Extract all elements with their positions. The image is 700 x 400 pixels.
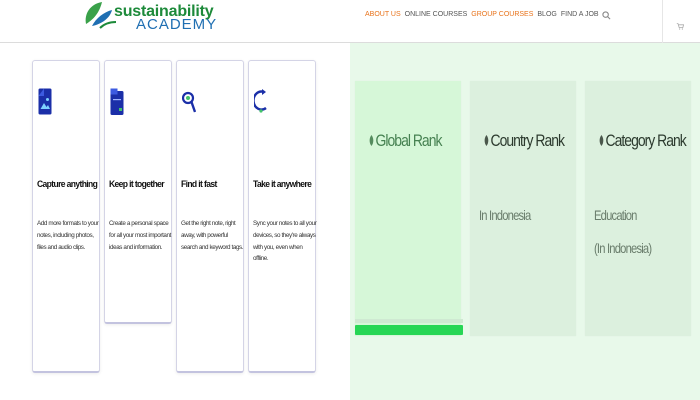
feature-title: Keep it together: [109, 179, 165, 190]
rank-progress-fill: [355, 325, 463, 335]
brand-logo[interactable]: sustainability ACADEMY: [82, 0, 232, 33]
nav-blog[interactable]: BLOG: [537, 11, 556, 18]
main-nav: ABOUT US ONLINE COURSES GROUP COURSES BL…: [365, 11, 599, 18]
leaf-icon: [599, 135, 604, 146]
header-divider: [662, 0, 663, 43]
cart-icon[interactable]: [676, 22, 684, 30]
rank-title: Category Rank: [599, 131, 687, 151]
feature-description: Sync your notes to all your devices, so …: [253, 220, 317, 263]
brand-tagline: ACADEMY: [136, 16, 218, 33]
feature-description: Add more formats to your notes, includin…: [37, 220, 99, 251]
rank-title: Global Rank: [369, 131, 442, 151]
site-header: sustainability ACADEMY ABOUT US ONLINE C…: [0, 0, 700, 43]
feature-title: Capture anything: [37, 179, 98, 190]
progress-track-shadow: [355, 319, 463, 323]
rank-subtitle: In Indonesia: [479, 207, 531, 223]
rank-title: Country Rank: [484, 131, 565, 151]
document-image-icon: [38, 88, 52, 115]
nav-find-a-job[interactable]: FIND A JOB: [561, 11, 599, 18]
search-icon: [182, 91, 196, 113]
feature-card-search[interactable]: Find it fast Get the right note, right a…: [176, 60, 244, 373]
nav-about-us[interactable]: ABOUT US: [365, 11, 401, 18]
rank-card-global: Global Rank: [355, 81, 461, 336]
feature-description: Create a personal space for all your mos…: [109, 220, 171, 251]
feature-title: Take it anywhere: [253, 179, 312, 190]
feature-card-capture[interactable]: Capture anything Add more formats to you…: [32, 60, 100, 373]
nav-online-courses[interactable]: ONLINE COURSES: [405, 11, 468, 18]
features-section: Capture anything Add more formats to you…: [0, 43, 350, 400]
notebook-icon: [110, 88, 124, 115]
rank-card-country: Country Rank In Indonesia: [470, 81, 576, 336]
nav-group-courses[interactable]: GROUP COURSES: [471, 11, 533, 18]
feature-card-organize[interactable]: Keep it together Create a personal space…: [104, 60, 172, 324]
feature-card-sync[interactable]: Take it anywhere Sync your notes to all …: [248, 60, 317, 373]
leaf-icon: [369, 135, 374, 146]
sync-icon: [254, 89, 267, 113]
search-icon[interactable]: [602, 11, 611, 20]
rank-subtitle: Education (In Indonesia): [594, 207, 652, 256]
feature-title: Find it fast: [181, 179, 217, 190]
rank-card-category: Category Rank Education (In Indonesia): [585, 81, 691, 336]
feature-description: Get the right note, right away, with pow…: [181, 220, 244, 251]
leaf-icon: [484, 135, 489, 146]
rank-section: Global Rank Country Rank In Indonesia Ca…: [350, 43, 700, 400]
rank-progress-bar: [355, 325, 463, 335]
